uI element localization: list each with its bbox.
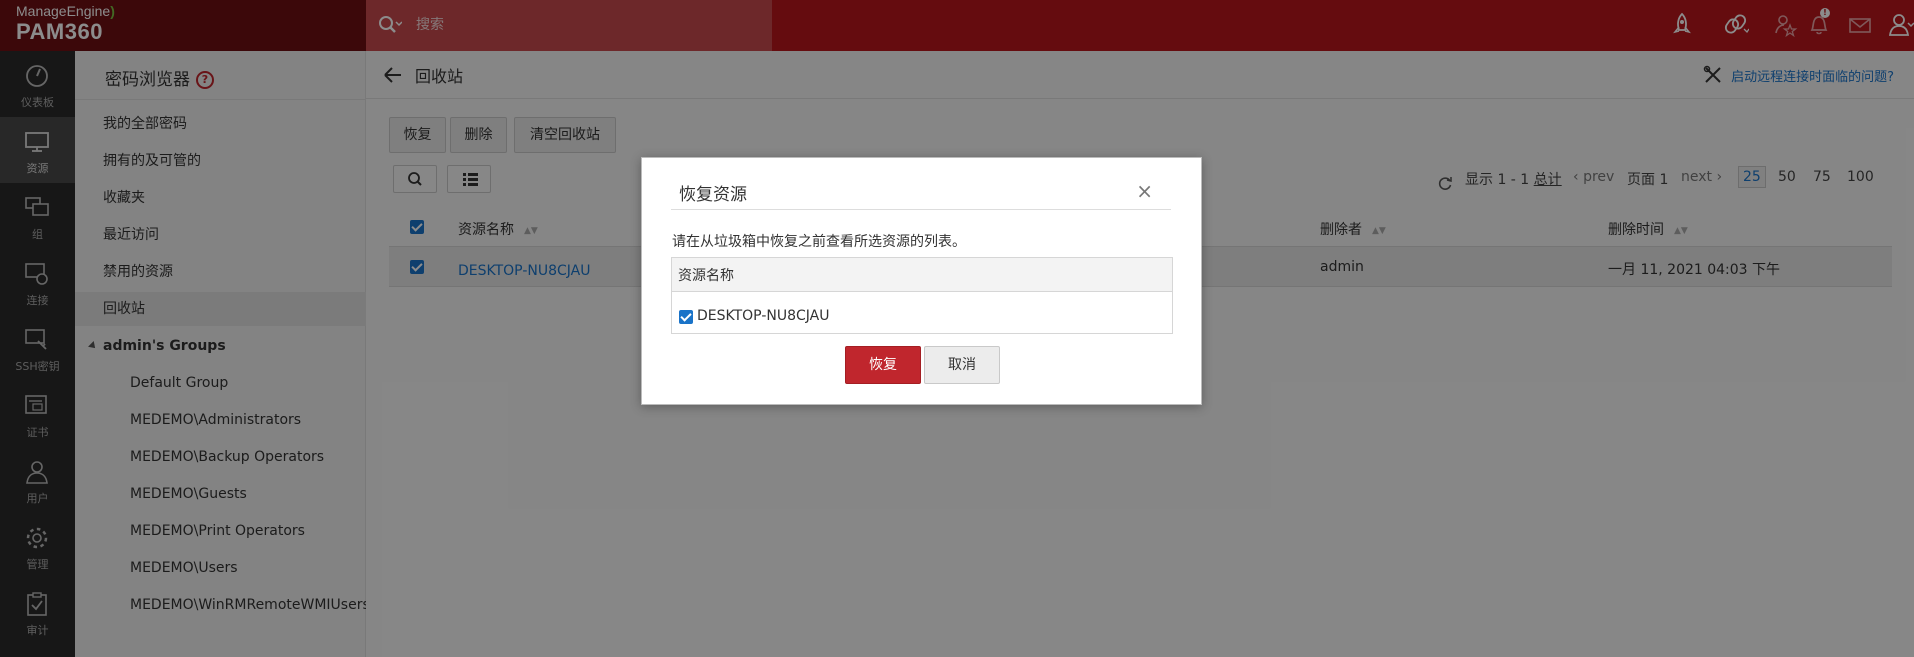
restore-resource-dialog: 恢复资源 × 请在从垃圾箱中恢复之前查看所选资源的列表。 资源名称 DESKTO…	[641, 157, 1202, 405]
dialog-resource-name: DESKTOP-NU8CJAU	[697, 308, 830, 324]
confirm-restore-button[interactable]: 恢复	[845, 346, 921, 384]
dialog-title: 恢复资源	[679, 185, 747, 205]
divider	[671, 209, 1171, 210]
dialog-resource-table: 资源名称 DESKTOP-NU8CJAU	[671, 257, 1173, 334]
dialog-message: 请在从垃圾箱中恢复之前查看所选资源的列表。	[672, 234, 966, 250]
cancel-button[interactable]: 取消	[924, 346, 1000, 384]
dialog-resource-checkbox[interactable]	[679, 310, 693, 324]
dialog-column-header: 资源名称	[672, 258, 1172, 292]
close-icon[interactable]: ×	[1136, 179, 1153, 203]
